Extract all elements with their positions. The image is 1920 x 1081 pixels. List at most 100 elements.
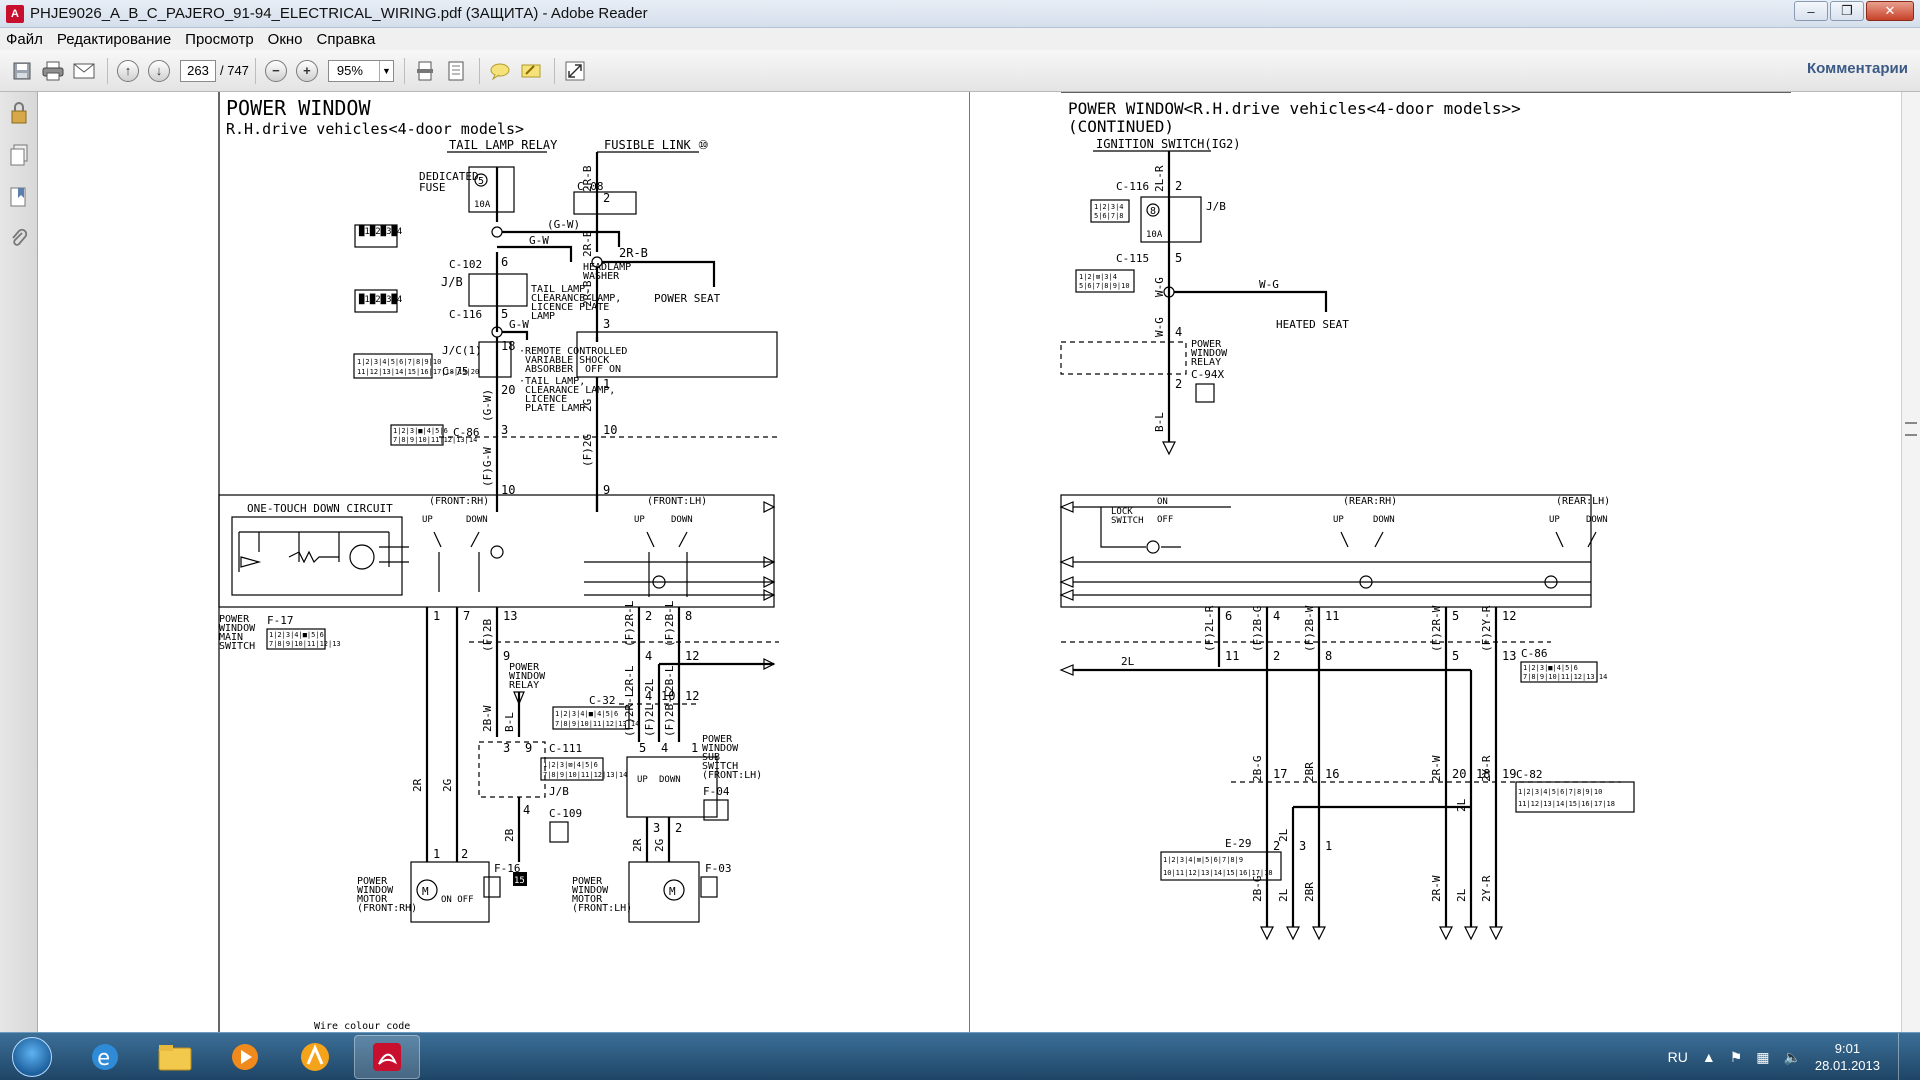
svg-text:UP: UP	[422, 515, 433, 525]
show-desktop-button[interactable]	[1898, 1033, 1910, 1081]
svg-text:2: 2	[461, 847, 468, 861]
taskbar-media-player[interactable]	[212, 1035, 278, 1079]
prev-page-button[interactable]: ↑	[114, 57, 142, 85]
svg-text:1|2|3|■|4|5|6: 1|2|3|■|4|5|6	[393, 427, 448, 435]
svg-text:IGNITION SWITCH(IG2): IGNITION SWITCH(IG2)	[1096, 137, 1241, 151]
media-player-icon	[232, 1044, 258, 1070]
svg-text:(FRONT:RH): (FRONT:RH)	[429, 496, 489, 507]
chevron-down-icon: ▼	[378, 60, 393, 81]
minimize-button[interactable]: –	[1794, 1, 1828, 21]
svg-text:(F)2B-G: (F)2B-G	[1251, 606, 1264, 652]
maximize-button[interactable]: ❐	[1830, 1, 1864, 21]
clock-time: 9:01	[1834, 1041, 1861, 1056]
svg-text:2: 2	[675, 821, 682, 835]
svg-text:(F)2B-L: (F)2B-L	[663, 690, 676, 737]
svg-text:2: 2	[603, 191, 610, 205]
svg-text:B-L: B-L	[503, 712, 516, 732]
svg-text:M: M	[422, 885, 429, 898]
svg-text:2R-W: 2R-W	[1430, 755, 1443, 782]
svg-text:RELAY: RELAY	[1191, 357, 1221, 368]
next-page-button[interactable]: ↓	[145, 57, 173, 85]
arrow-down-icon: ↓	[148, 59, 170, 82]
svg-text:8: 8	[1150, 206, 1156, 217]
vertical-scrollbar[interactable]	[1901, 92, 1920, 1032]
volume-icon[interactable]: 🔈	[1783, 1049, 1800, 1066]
svg-text:(REAR:LH): (REAR:LH)	[1556, 496, 1610, 507]
svg-text:9: 9	[525, 741, 532, 755]
taskbar-ie[interactable]: e	[72, 1035, 138, 1079]
svg-text:19: 19	[1502, 767, 1516, 781]
comment-icon[interactable]	[486, 57, 514, 85]
svg-text:(F)2B-W: (F)2B-W	[1303, 605, 1316, 652]
toolbar-separator	[107, 57, 108, 84]
window-title: PHJE9026_A_B_C_PAJERO_91-94_ELECTRICAL_W…	[30, 5, 648, 22]
svg-text:6: 6	[1225, 609, 1232, 623]
svg-text:5: 5	[639, 741, 646, 755]
close-button[interactable]: ✕	[1866, 1, 1914, 21]
svg-text:2L: 2L	[1121, 655, 1135, 668]
svg-text:4: 4	[1273, 609, 1280, 623]
svg-text:C-82: C-82	[1516, 768, 1543, 781]
menu-edit[interactable]: Редактирование	[57, 31, 171, 48]
svg-text:2: 2	[1273, 649, 1280, 663]
svg-text:(FRONT:RH): (FRONT:RH)	[357, 903, 417, 914]
svg-text:2R-B: 2R-B	[619, 246, 648, 260]
flag-icon[interactable]: ⚑	[1730, 1049, 1743, 1066]
lock-icon[interactable]	[7, 102, 31, 126]
svg-text:(F)2Y-R: (F)2Y-R	[1480, 605, 1493, 652]
taskbar-adobe-reader[interactable]	[354, 1035, 420, 1079]
page-number-input[interactable]: 263	[180, 59, 216, 82]
zoom-out-button[interactable]: −	[262, 57, 290, 85]
svg-text:LAMP: LAMP	[531, 311, 555, 322]
svg-text:HEATED SEAT: HEATED SEAT	[1276, 318, 1349, 331]
clock[interactable]: 9:01 28.01.2013	[1815, 1040, 1880, 1074]
svg-text:OFF: OFF	[1157, 515, 1173, 525]
single-page-view-icon[interactable]	[411, 57, 439, 85]
pdf-page-left: POWER WINDOW R.H.drive vehicles<4-door m…	[179, 92, 1009, 1032]
expand-icon[interactable]	[561, 57, 589, 85]
svg-text:DOWN: DOWN	[466, 515, 488, 525]
zoom-in-button[interactable]: +	[293, 57, 321, 85]
network-icon[interactable]: ▦	[1756, 1049, 1769, 1066]
svg-text:2L: 2L	[1455, 888, 1468, 902]
taskbar-app-orange[interactable]	[282, 1035, 348, 1079]
svg-text:2B-L: 2B-L	[663, 665, 676, 692]
svg-text:3: 3	[503, 741, 510, 755]
highlight-icon[interactable]	[517, 57, 545, 85]
svg-text:RELAY: RELAY	[509, 680, 539, 691]
menu-view[interactable]: Просмотр	[185, 31, 254, 48]
svg-text:(FRONT:LH): (FRONT:LH)	[702, 770, 762, 781]
svg-text:POWER WINDOW<R.H.drive vehicle: POWER WINDOW<R.H.drive vehicles<4-door m…	[1068, 99, 1521, 118]
menu-file[interactable]: Файл	[6, 31, 43, 48]
svg-text:DOWN: DOWN	[1373, 515, 1395, 525]
language-indicator[interactable]: RU	[1668, 1049, 1688, 1065]
svg-text:J/B: J/B	[549, 785, 569, 798]
taskbar-explorer[interactable]	[142, 1035, 208, 1079]
svg-text:F-04: F-04	[703, 785, 730, 798]
save-icon[interactable]	[8, 57, 36, 85]
scroll-grip-icon[interactable]	[1905, 422, 1917, 436]
comments-button[interactable]: Комментарии	[1807, 60, 1908, 77]
fit-page-icon[interactable]	[442, 57, 470, 85]
tray-expand-icon[interactable]: ▲	[1702, 1049, 1716, 1065]
svg-text:2: 2	[1175, 179, 1182, 193]
document-view[interactable]: POWER WINDOW R.H.drive vehicles<4-door m…	[39, 92, 1901, 1032]
email-icon[interactable]	[70, 57, 98, 85]
zoom-select[interactable]: 95% ▼	[327, 59, 394, 82]
pages-icon[interactable]	[7, 144, 31, 168]
svg-text:C-08: C-08	[577, 180, 604, 193]
svg-text:SWITCH: SWITCH	[1111, 516, 1144, 526]
svg-text:3: 3	[603, 317, 610, 331]
svg-text:J/B: J/B	[1206, 200, 1226, 213]
svg-text:TAIL LAMP RELAY: TAIL LAMP RELAY	[449, 138, 558, 152]
print-icon[interactable]	[39, 57, 67, 85]
start-button[interactable]	[4, 1035, 60, 1079]
bookmarks-icon[interactable]	[7, 186, 31, 210]
svg-text:5|6|7|8: 5|6|7|8	[1094, 212, 1124, 220]
menu-window[interactable]: Окно	[268, 31, 303, 48]
svg-text:9: 9	[503, 649, 510, 663]
svg-text:5: 5	[1452, 609, 1459, 623]
menu-help[interactable]: Справка	[317, 31, 376, 48]
svg-text:4: 4	[523, 803, 530, 817]
attachment-icon[interactable]	[7, 228, 31, 252]
